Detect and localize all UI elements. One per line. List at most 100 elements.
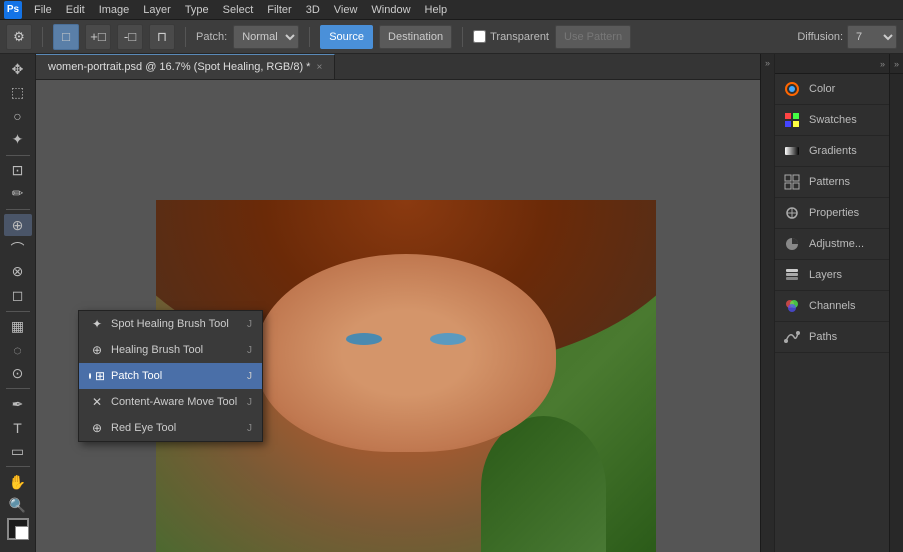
lasso-tool[interactable]: ○ (4, 105, 32, 127)
ctx-healing-shortcut: J (247, 345, 252, 356)
patch-intersect-btn[interactable]: ⊓ (149, 24, 175, 50)
brush-tool[interactable]: ⌒ (4, 237, 32, 259)
transparent-checkbox[interactable] (473, 30, 486, 43)
ctx-healing[interactable]: ⊕ Healing Brush Tool J (79, 337, 262, 363)
panel-collapse-left[interactable]: » (760, 54, 774, 552)
ctx-content-aware[interactable]: ✕ Content-Aware Move Tool J (79, 389, 262, 415)
ctx-spot-healing[interactable]: ✦ Spot Healing Brush Tool J (79, 311, 262, 337)
channels-label: Channels (809, 300, 855, 312)
options-bar: ⚙ □ +□ -□ ⊓ Patch: Normal Source Destina… (0, 20, 903, 54)
color-label: Color (809, 83, 835, 95)
pen-tool[interactable]: ✒ (4, 393, 32, 415)
panel-gradients[interactable]: Gradients (775, 136, 889, 167)
far-right-collapse-icon[interactable]: » (894, 59, 899, 69)
panel-channels[interactable]: Channels (775, 291, 889, 322)
ctx-patch-shortcut: J (247, 371, 252, 382)
select-rect-tool[interactable]: ⬚ (4, 81, 32, 103)
document-tab[interactable]: women-portrait.psd @ 16.7% (Spot Healing… (36, 54, 335, 79)
portrait-right-eye (430, 333, 466, 345)
move-tool[interactable]: ✥ (4, 58, 32, 80)
patterns-label: Patterns (809, 176, 850, 188)
ctx-patch-label: Patch Tool (111, 370, 162, 382)
background-color[interactable] (15, 526, 29, 540)
content-aware-icon: ✕ (89, 394, 105, 410)
spot-heal-tool[interactable]: ⊕ (4, 214, 32, 236)
ctx-content-aware-label: Content-Aware Move Tool (111, 396, 237, 408)
menu-type[interactable]: Type (179, 2, 215, 18)
patch-sub-btn[interactable]: -□ (117, 24, 143, 50)
panel-adjustments[interactable]: Adjustme... (775, 229, 889, 260)
far-right-panel[interactable]: » (889, 54, 903, 552)
patch-icon: ⊞ (89, 368, 105, 384)
sep4 (462, 27, 463, 47)
sep1 (42, 27, 43, 47)
tool-sep4 (6, 388, 30, 389)
patch-shape-btn[interactable]: □ (53, 24, 79, 50)
gradient-tool[interactable]: ▦ (4, 315, 32, 337)
zoom-tool[interactable]: 🔍 (4, 495, 32, 517)
far-right-header: » (890, 54, 903, 74)
panel-paths[interactable]: Paths (775, 322, 889, 353)
use-pattern-btn[interactable]: Use Pattern (555, 25, 631, 49)
panel-swatches[interactable]: Swatches (775, 105, 889, 136)
paths-icon (783, 328, 801, 346)
menu-file[interactable]: File (28, 2, 58, 18)
canvas-view[interactable]: ✦ Spot Healing Brush Tool J ⊕ Healing Br… (36, 80, 760, 552)
spot-healing-icon: ✦ (89, 316, 105, 332)
context-menu: ✦ Spot Healing Brush Tool J ⊕ Healing Br… (78, 310, 263, 442)
hand-tool[interactable]: ✋ (4, 471, 32, 493)
panel-collapse-icon[interactable]: » (880, 59, 885, 69)
properties-label: Properties (809, 207, 859, 219)
menu-select[interactable]: Select (217, 2, 260, 18)
active-dot (89, 373, 91, 379)
ctx-spot-healing-shortcut: J (247, 319, 252, 330)
panel-color[interactable]: Color (775, 74, 889, 105)
crop-tool[interactable]: ⊡ (4, 159, 32, 181)
burn-tool[interactable]: ⊙ (4, 362, 32, 384)
blur-tool[interactable]: ◌ (4, 339, 32, 361)
swatches-icon (783, 111, 801, 129)
menu-filter[interactable]: Filter (261, 2, 297, 18)
collapse-left-icon: » (765, 58, 770, 68)
destination-btn[interactable]: Destination (379, 25, 452, 49)
canvas-area: women-portrait.psd @ 16.7% (Spot Healing… (36, 54, 760, 552)
main-area: ✥ ⬚ ○ ✦ ⊡ ✏ ⊕ ⌒ ⊗ ◻ ▦ ◌ ⊙ ✒ T ▭ ✋ 🔍 wome… (0, 54, 903, 552)
tab-close-btn[interactable]: × (316, 62, 322, 73)
tool-sep1 (6, 155, 30, 156)
portrait-face (256, 254, 556, 452)
clone-tool[interactable]: ⊗ (4, 261, 32, 283)
eyedropper-tool[interactable]: ✏ (4, 183, 32, 205)
patch-add-btn[interactable]: +□ (85, 24, 111, 50)
menu-view[interactable]: View (328, 2, 364, 18)
menu-3d[interactable]: 3D (300, 2, 326, 18)
swatches-label: Swatches (809, 114, 857, 126)
magic-wand-tool[interactable]: ✦ (4, 128, 32, 150)
panel-patterns[interactable]: Patterns (775, 167, 889, 198)
tab-title: women-portrait.psd @ 16.7% (Spot Healing… (48, 61, 310, 73)
panel-properties[interactable]: Properties (775, 198, 889, 229)
menu-edit[interactable]: Edit (60, 2, 91, 18)
patch-mode-select[interactable]: Normal (233, 25, 299, 49)
source-btn[interactable]: Source (320, 25, 373, 49)
menu-help[interactable]: Help (419, 2, 454, 18)
ctx-patch[interactable]: ⊞ Patch Tool J (79, 363, 262, 389)
ctx-content-aware-shortcut: J (247, 397, 252, 408)
type-tool[interactable]: T (4, 417, 32, 439)
menu-layer[interactable]: Layer (137, 2, 177, 18)
foreground-color[interactable] (7, 518, 29, 540)
diffusion-select[interactable]: 7 (847, 25, 897, 49)
eraser-tool[interactable]: ◻ (4, 284, 32, 306)
diffusion-label: Diffusion: (797, 31, 843, 43)
adjustments-label: Adjustme... (809, 238, 864, 250)
ctx-red-eye[interactable]: ⊕ Red Eye Tool J (79, 415, 262, 441)
transparent-wrap: Transparent (473, 30, 549, 43)
panel-layers[interactable]: Layers (775, 260, 889, 291)
healing-icon: ⊕ (89, 342, 105, 358)
tab-bar: women-portrait.psd @ 16.7% (Spot Healing… (36, 54, 760, 80)
menu-window[interactable]: Window (365, 2, 416, 18)
shape-tool[interactable]: ▭ (4, 440, 32, 462)
patch-label: Patch: (196, 31, 227, 43)
tool-preset-btn[interactable]: ⚙ (6, 24, 32, 50)
layers-label: Layers (809, 269, 842, 281)
menu-image[interactable]: Image (93, 2, 136, 18)
